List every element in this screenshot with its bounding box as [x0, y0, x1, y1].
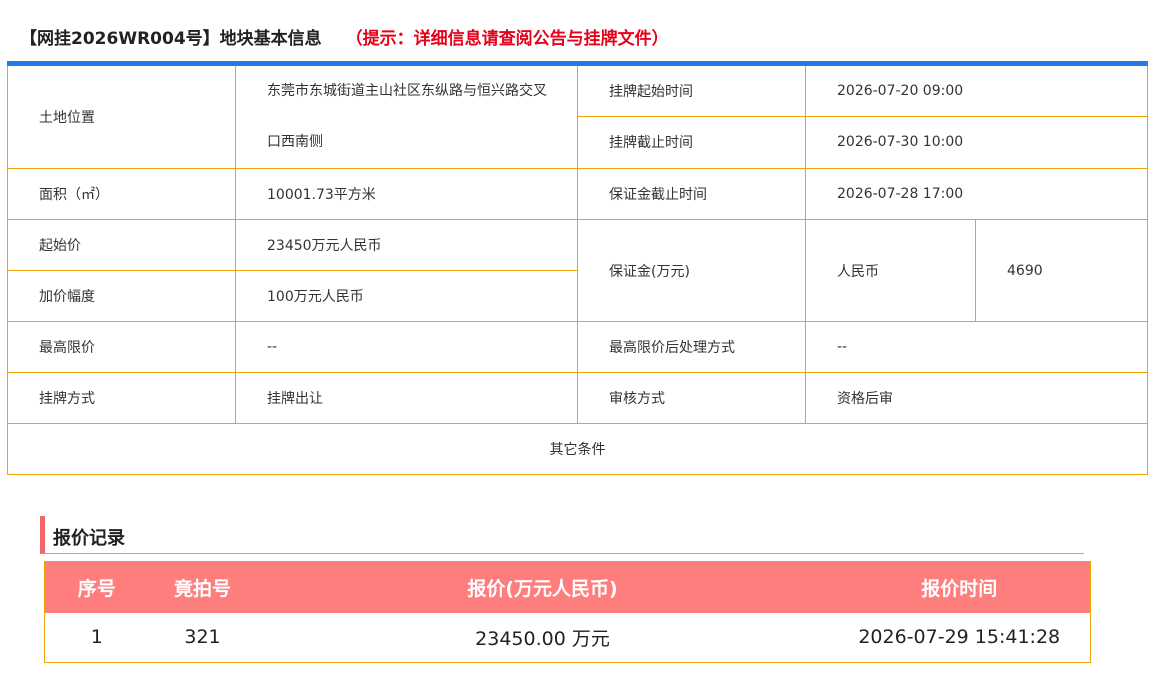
table-row: 起始价 23450万元人民币 保证金(万元) 人民币 4690: [7, 219, 1149, 322]
listing-method-label: 挂牌方式: [7, 372, 236, 424]
col-header-seq: 序号: [44, 561, 149, 613]
table-row: 土地位置 东莞市东城街道主山社区东纵路与恒兴路交叉 口西南侧 挂牌起始时间 20…: [7, 63, 1149, 169]
page-header: 【网挂2026WR004号】地块基本信息 （提示：详细信息请查阅公告与挂牌文件）: [20, 22, 669, 50]
quote-seq: 1: [44, 612, 149, 663]
deposit-label: 保证金(万元): [577, 219, 806, 322]
quote-record-table: 序号 竟拍号 报价(万元人民币) 报价时间 1 321 23450.00 万元 …: [44, 561, 1091, 663]
page-title: 【网挂2026WR004号】地块基本信息: [20, 28, 322, 49]
page-hint: （提示：详细信息请查阅公告与挂牌文件）: [345, 28, 669, 49]
listing-method-value: 挂牌出让: [235, 372, 578, 424]
table-row: 最高限价 -- 最高限价后处理方式 --: [7, 321, 1149, 373]
deposit-amount: 4690: [974, 219, 1149, 322]
quote-header-row: 序号 竟拍号 报价(万元人民币) 报价时间: [44, 561, 1091, 613]
quote-time: 2026-07-29 15:41:28: [828, 612, 1091, 663]
table-row: 面积（㎡） 10001.73平方米 保证金截止时间 2026-07-28 17:…: [7, 168, 1149, 220]
start-price-label: 起始价: [7, 219, 236, 271]
location-line-2: 口西南侧: [267, 134, 323, 150]
table-row: 其它条件: [6, 423, 1149, 475]
table-row: 挂牌方式 挂牌出让 审核方式 资格后审: [7, 372, 1149, 424]
location-line-1: 东莞市东城街道主山社区东纵路与恒兴路交叉: [267, 83, 547, 99]
col-header-bid-number: 竟拍号: [148, 561, 257, 613]
area-value: 10001.73平方米: [235, 168, 578, 220]
land-info-table: 土地位置 东莞市东城街道主山社区东纵路与恒兴路交叉 口西南侧 挂牌起始时间 20…: [6, 61, 1149, 475]
review-method-value: 资格后审: [804, 372, 1149, 424]
max-price-handling-label: 最高限价后处理方式: [577, 321, 806, 373]
review-method-label: 审核方式: [577, 372, 806, 424]
listing-end-value: 2026-07-30 10:00: [804, 115, 1149, 169]
max-price-label: 最高限价: [7, 321, 236, 373]
location-label: 土地位置: [7, 63, 236, 169]
increment-label: 加价幅度: [7, 270, 236, 322]
table-row: 1 321 23450.00 万元 2026-07-29 15:41:28: [44, 612, 1091, 663]
col-header-price: 报价(万元人民币): [256, 561, 829, 613]
deposit-currency: 人民币: [805, 219, 976, 322]
quote-record-title: 报价记录: [53, 528, 125, 549]
location-value: 东莞市东城街道主山社区东纵路与恒兴路交叉 口西南侧: [235, 63, 578, 169]
deposit-deadline-value: 2026-07-28 17:00: [804, 168, 1149, 220]
max-price-value: --: [235, 321, 578, 373]
area-label: 面积（㎡）: [7, 168, 236, 220]
listing-start-value: 2026-07-20 09:00: [804, 63, 1149, 117]
deposit-deadline-label: 保证金截止时间: [577, 168, 806, 220]
max-price-handling-value: --: [804, 321, 1149, 373]
quote-record-heading: 报价记录: [40, 516, 1084, 554]
quote-bid-number: 321: [148, 612, 257, 663]
listing-start-label: 挂牌起始时间: [577, 63, 806, 117]
quote-price: 23450.00 万元: [256, 612, 829, 663]
col-header-time: 报价时间: [828, 561, 1091, 613]
other-conditions-label: 其它条件: [6, 423, 1149, 475]
listing-end-label: 挂牌截止时间: [577, 115, 806, 169]
start-price-value: 23450万元人民币: [235, 219, 578, 271]
increment-value: 100万元人民币: [235, 270, 578, 322]
